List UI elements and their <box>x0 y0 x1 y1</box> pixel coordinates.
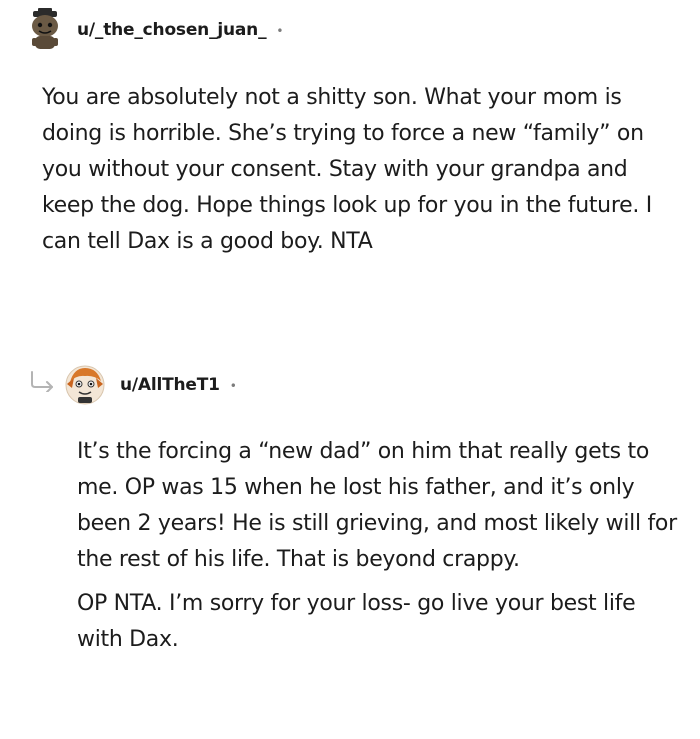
header-separator: • <box>276 24 284 38</box>
comment-text: You are absolutely not a shitty son. Wha… <box>42 85 652 254</box>
reply-body: It’s the forcing a “new dad” on him that… <box>77 434 687 658</box>
snoo-avatar-icon[interactable] <box>64 364 106 406</box>
reply-username[interactable]: u/AllTheT1 <box>120 375 220 395</box>
comment-header: u/_the_chosen_juan_ • <box>25 8 283 52</box>
reply-paragraph: It’s the forcing a “new dad” on him that… <box>77 439 677 572</box>
comment-body: You are absolutely not a shitty son. Wha… <box>42 80 682 260</box>
header-separator: • <box>229 379 237 393</box>
reply-paragraph: OP NTA. I’m sorry for your loss- go live… <box>77 591 636 652</box>
reply-arrow-icon <box>31 371 53 392</box>
snoo-avatar-icon[interactable] <box>25 8 65 52</box>
reply-header: u/AllTheT1 • <box>64 364 237 406</box>
comment-username[interactable]: u/_the_chosen_juan_ <box>77 20 267 40</box>
